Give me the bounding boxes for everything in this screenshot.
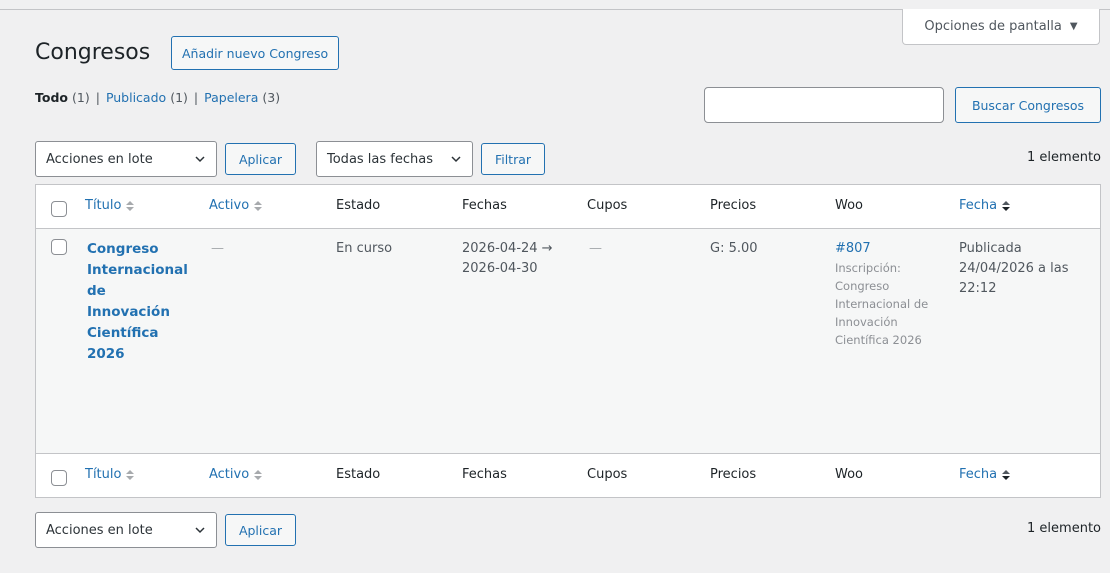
dates-end: 2026-04-30 [462, 261, 538, 276]
view-published-link[interactable]: Publicado [106, 90, 166, 105]
woo-line: Congreso [835, 279, 890, 293]
bulk-actions-select-top[interactable]: Acciones en lote [35, 141, 217, 177]
date-status: Publicada [959, 241, 1022, 256]
dates-start: 2026-04-24 → [462, 241, 553, 256]
column-dates: Fechas [462, 467, 507, 482]
woo-line: Científica 2026 [835, 333, 922, 347]
column-woo: Woo [835, 467, 863, 482]
sort-desc-icon [1002, 469, 1011, 480]
select-all-checkbox[interactable] [51, 201, 67, 217]
chevron-down-icon [195, 156, 205, 163]
bulk-actions-value: Acciones en lote [46, 522, 153, 538]
separator: | [193, 90, 199, 105]
apply-button-bottom[interactable]: Aplicar [225, 514, 296, 546]
status-filter-links: Todo (1) | Publicado (1) | Papelera (3) [35, 90, 280, 105]
search-button[interactable]: Buscar Congresos [955, 87, 1101, 123]
column-woo: Woo [835, 198, 863, 213]
title-line: Innovación [87, 304, 170, 320]
view-published-count: (1) [170, 90, 188, 105]
row-dates: 2026-04-24 → 2026-04-30 [462, 239, 553, 279]
column-title-label: Título [85, 198, 122, 213]
sort-icon [126, 200, 135, 211]
column-date-label: Fecha [959, 467, 998, 482]
row-status: En curso [336, 241, 393, 256]
column-prices: Precios [710, 198, 757, 213]
table-row: Congreso Internacional de Innovación Cie… [36, 229, 1100, 454]
filter-button[interactable]: Filtrar [481, 143, 545, 175]
row-active: — [211, 241, 224, 256]
bulk-actions-value: Acciones en lote [46, 151, 153, 167]
row-prices: G: 5.00 [710, 241, 758, 256]
column-date-sorted[interactable]: Fecha [959, 198, 1011, 213]
woo-product-link[interactable]: #807 [835, 239, 945, 259]
column-dates: Fechas [462, 198, 507, 213]
column-status: Estado [336, 467, 381, 482]
sort-desc-icon [1002, 200, 1011, 211]
column-active-label: Activo [209, 198, 250, 213]
title-line: Científica [87, 325, 159, 341]
date-line: 24/04/2026 a las [959, 261, 1069, 276]
column-seats: Cupos [587, 467, 628, 482]
select-all-checkbox-footer[interactable] [51, 470, 67, 486]
congresos-table: Título Activo Estado Fechas Cupos Precio… [35, 184, 1101, 498]
woo-product-name: Inscripción: Congreso Internacional de I… [835, 259, 945, 349]
view-trash-count: (3) [262, 90, 281, 105]
item-count-top: 1 elemento [1027, 150, 1101, 165]
table-header: Título Activo Estado Fechas Cupos Precio… [36, 185, 1100, 229]
item-count-bottom: 1 elemento [1027, 521, 1101, 536]
row-checkbox[interactable] [51, 239, 67, 255]
column-prices: Precios [710, 467, 757, 482]
sort-icon [254, 200, 263, 211]
column-active-sortable[interactable]: Activo [209, 467, 263, 482]
sort-icon [126, 469, 135, 480]
column-active-sortable[interactable]: Activo [209, 198, 263, 213]
row-woo: #807 Inscripción: Congreso Internacional… [835, 239, 945, 349]
date-line: 22:12 [959, 281, 997, 296]
view-all-label[interactable]: Todo [35, 90, 68, 105]
date-filter-select[interactable]: Todas las fechas [316, 141, 473, 177]
title-line: 2026 [87, 346, 125, 362]
column-status: Estado [336, 198, 381, 213]
view-all-count: (1) [72, 90, 90, 105]
chevron-down-icon [195, 527, 205, 534]
column-date-label: Fecha [959, 198, 998, 213]
column-title-sortable[interactable]: Título [85, 467, 135, 482]
apply-button-top[interactable]: Aplicar [225, 143, 296, 175]
screen-options-label: Opciones de pantalla [924, 19, 1062, 34]
row-date: Publicada 24/04/2026 a las 22:12 [959, 239, 1099, 299]
row-title-link[interactable]: Congreso Internacional de Innovación Cie… [87, 239, 197, 365]
table-footer: Título Activo Estado Fechas Cupos Precio… [36, 453, 1100, 497]
search-input[interactable] [704, 87, 944, 123]
column-title-label: Título [85, 467, 122, 482]
page-title: Congresos [35, 40, 151, 65]
title-line: Congreso [87, 241, 159, 257]
column-seats: Cupos [587, 198, 628, 213]
woo-line: Innovación [835, 315, 898, 329]
bulk-actions-select-bottom[interactable]: Acciones en lote [35, 512, 217, 548]
chevron-down-icon [451, 156, 461, 163]
sort-icon [254, 469, 263, 480]
screen-options-tab[interactable]: Opciones de pantalla ▼ [902, 9, 1100, 45]
woo-line: Internacional de [835, 297, 929, 311]
title-line: Internacional [87, 262, 188, 278]
add-new-congreso-button[interactable]: Añadir nuevo Congreso [171, 36, 340, 70]
separator: | [95, 90, 100, 105]
column-date-sorted[interactable]: Fecha [959, 467, 1011, 482]
row-seats: — [589, 241, 602, 256]
title-line: de [87, 283, 106, 299]
triangle-down-icon: ▼ [1069, 21, 1078, 32]
column-title-sortable[interactable]: Título [85, 198, 135, 213]
column-active-label: Activo [209, 467, 250, 482]
date-filter-value: Todas las fechas [327, 151, 433, 167]
view-trash-link[interactable]: Papelera [204, 90, 258, 105]
woo-line: Inscripción: [835, 261, 901, 275]
